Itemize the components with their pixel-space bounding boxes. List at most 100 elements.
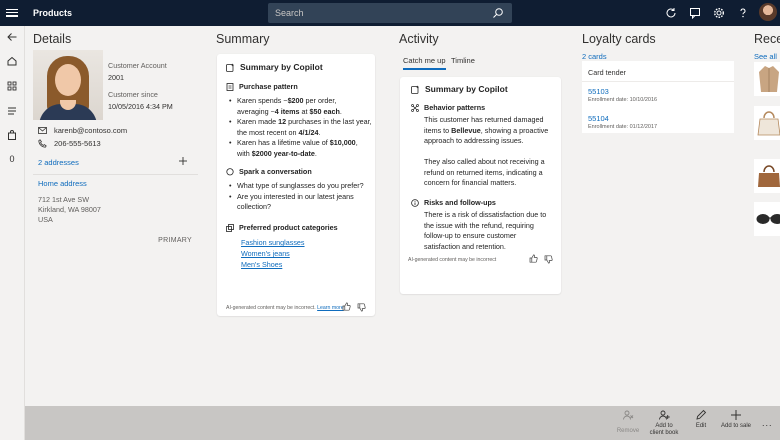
- pattern-icon: [411, 103, 419, 112]
- home-address-label: Home address: [38, 179, 87, 188]
- summary-title: Summary: [216, 32, 270, 46]
- category-icon: [226, 223, 234, 232]
- recent-title: Rece: [754, 32, 780, 46]
- enrollment-date: Enrollment date: 01/12/2017: [588, 124, 658, 130]
- copilot-summary-title: Summary by Copilot: [411, 84, 508, 94]
- risks-text: There is a risk of dissatisfaction due t…: [424, 210, 547, 251]
- shopping-bag-icon[interactable]: [6, 129, 18, 141]
- thumbs-up-icon[interactable]: [342, 302, 351, 311]
- enrollment-date: Enrollment date: 10/10/2016: [588, 97, 658, 103]
- add-address-icon[interactable]: [178, 156, 188, 166]
- loyalty-count-link[interactable]: 2 cards: [582, 52, 607, 61]
- summary-card: Summary by Copilot Purchase pattern Kare…: [217, 54, 375, 316]
- apps-grid-icon[interactable]: [6, 80, 18, 92]
- loyalty-title: Loyalty cards: [582, 32, 656, 46]
- refresh-icon[interactable]: [665, 7, 677, 19]
- main-content: Details Customer Account 2001 Customer s…: [25, 26, 780, 406]
- preferred-categories-title: Preferred product categories: [226, 223, 338, 232]
- more-options-button[interactable]: ...: [762, 418, 773, 428]
- ai-disclaimer: AI-generated content may be incorrect. L…: [226, 305, 344, 311]
- home-icon[interactable]: [6, 55, 18, 67]
- ai-disclaimer: AI-generated content may be incorrect: [408, 257, 497, 263]
- search-icon[interactable]: [492, 7, 504, 19]
- add-to-sale-button[interactable]: Add to sale: [719, 409, 753, 430]
- category-link[interactable]: Fashion sunglasses: [241, 238, 305, 247]
- customer-account: Customer Account 2001: [108, 61, 167, 82]
- purchase-bullets: Karen spends ~$200 per order, averaging …: [229, 96, 373, 159]
- activity-summary-card: Summary by Copilot Behavior patterns Thi…: [400, 77, 561, 294]
- mail-icon: [38, 127, 47, 134]
- user-avatar[interactable]: [759, 3, 777, 21]
- app-title: Products: [33, 8, 73, 18]
- category-link[interactable]: Men's Shoes: [241, 260, 282, 269]
- address-line: USA: [38, 215, 53, 224]
- email-row[interactable]: karenb@contoso.com: [38, 126, 127, 135]
- address-line: 712 1st Ave SW: [38, 195, 90, 204]
- receipt-icon: [226, 82, 234, 91]
- list-item: Karen made 12 purchases in the last year…: [229, 117, 373, 128]
- phone-row[interactable]: 206-555-5613: [38, 139, 101, 148]
- search-placeholder: Search: [275, 8, 304, 18]
- copilot-summary-title: Summary by Copilot: [226, 62, 323, 72]
- remove-person-icon: [623, 410, 634, 420]
- thumbs-up-icon[interactable]: [529, 254, 538, 263]
- primary-badge: PRIMARY: [158, 237, 192, 244]
- list-item: with $2000 year-to-date.: [237, 148, 317, 158]
- top-bar: Products Search: [0, 0, 780, 26]
- activity-title: Activity: [399, 32, 439, 46]
- tab-catch-me-up[interactable]: Catch me up: [403, 56, 446, 70]
- help-icon[interactable]: [737, 7, 749, 19]
- tab-timeline[interactable]: Timline: [451, 56, 475, 65]
- add-to-client-book-button[interactable]: Add to client book: [647, 409, 681, 437]
- learn-more-link[interactable]: Learn more: [317, 305, 344, 311]
- list-item: collection?: [237, 202, 271, 211]
- addresses-link[interactable]: 2 addresses: [38, 158, 188, 167]
- gear-icon[interactable]: [713, 7, 725, 19]
- card-tender-label: Card tender: [588, 68, 626, 77]
- list-item: the most recent on 4/1/24.: [237, 127, 321, 137]
- search-input[interactable]: Search: [268, 3, 512, 23]
- behavior-patterns-title: Behavior patterns: [411, 103, 485, 112]
- loyalty-card-list: Card tender 55103 Enrollment date: 10/10…: [582, 61, 734, 133]
- list-item: Karen spends ~$200 per order,: [229, 96, 373, 107]
- info-icon: [411, 198, 419, 207]
- customer-photo: [33, 50, 103, 120]
- cart-count-badge[interactable]: 0: [6, 154, 18, 166]
- recent-product-coat[interactable]: [754, 62, 780, 96]
- list-item: What type of sunglasses do you prefer?: [229, 181, 373, 192]
- address-line: Kirkland, WA 98007: [38, 205, 101, 214]
- copilot-icon: [411, 85, 420, 94]
- plus-icon: [731, 410, 741, 420]
- list-item: Are you interested in our latest jeans: [229, 192, 373, 203]
- recent-product-sunglasses[interactable]: [754, 202, 780, 236]
- purchase-pattern-title: Purchase pattern: [226, 82, 298, 91]
- left-rail: 0: [0, 26, 25, 440]
- thumbs-down-icon[interactable]: [544, 255, 553, 264]
- add-person-icon: [659, 410, 670, 420]
- list-icon[interactable]: [6, 105, 18, 117]
- loyalty-card-number[interactable]: 55104: [588, 114, 609, 123]
- recent-product-bag[interactable]: [754, 159, 780, 193]
- chat-icon[interactable]: [689, 7, 701, 19]
- recent-product-handbag[interactable]: [754, 106, 780, 140]
- back-arrow-icon[interactable]: [6, 31, 18, 43]
- loyalty-card-number[interactable]: 55103: [588, 87, 609, 96]
- remove-button[interactable]: Remove: [616, 409, 640, 435]
- list-item: averaging ~4 items at $50 each.: [237, 106, 342, 116]
- phone-icon: [38, 139, 47, 148]
- list-item: Karen has a lifetime value of $10,000,: [229, 138, 373, 149]
- chat-bubble-icon: [226, 167, 234, 175]
- pencil-icon: [696, 409, 707, 420]
- hamburger-menu-icon[interactable]: [6, 7, 18, 19]
- customer-since: Customer since 10/05/2016 4:34 PM: [108, 90, 173, 111]
- address-card[interactable]: Home address 712 1st Ave SW Kirkland, WA…: [33, 174, 198, 252]
- category-link[interactable]: Women's jeans: [241, 249, 290, 258]
- spark-conversation-title: Spark a conversation: [226, 167, 312, 176]
- risks-title: Risks and follow-ups: [411, 198, 496, 207]
- behavior-text: This customer has returned damaged items…: [424, 115, 549, 187]
- edit-button[interactable]: Edit: [693, 409, 709, 430]
- see-all-link[interactable]: See all: [754, 52, 777, 61]
- thumbs-down-icon[interactable]: [357, 303, 366, 312]
- details-title: Details: [33, 32, 72, 46]
- command-bar: Remove Add to client book Edit Add to sa…: [25, 406, 780, 440]
